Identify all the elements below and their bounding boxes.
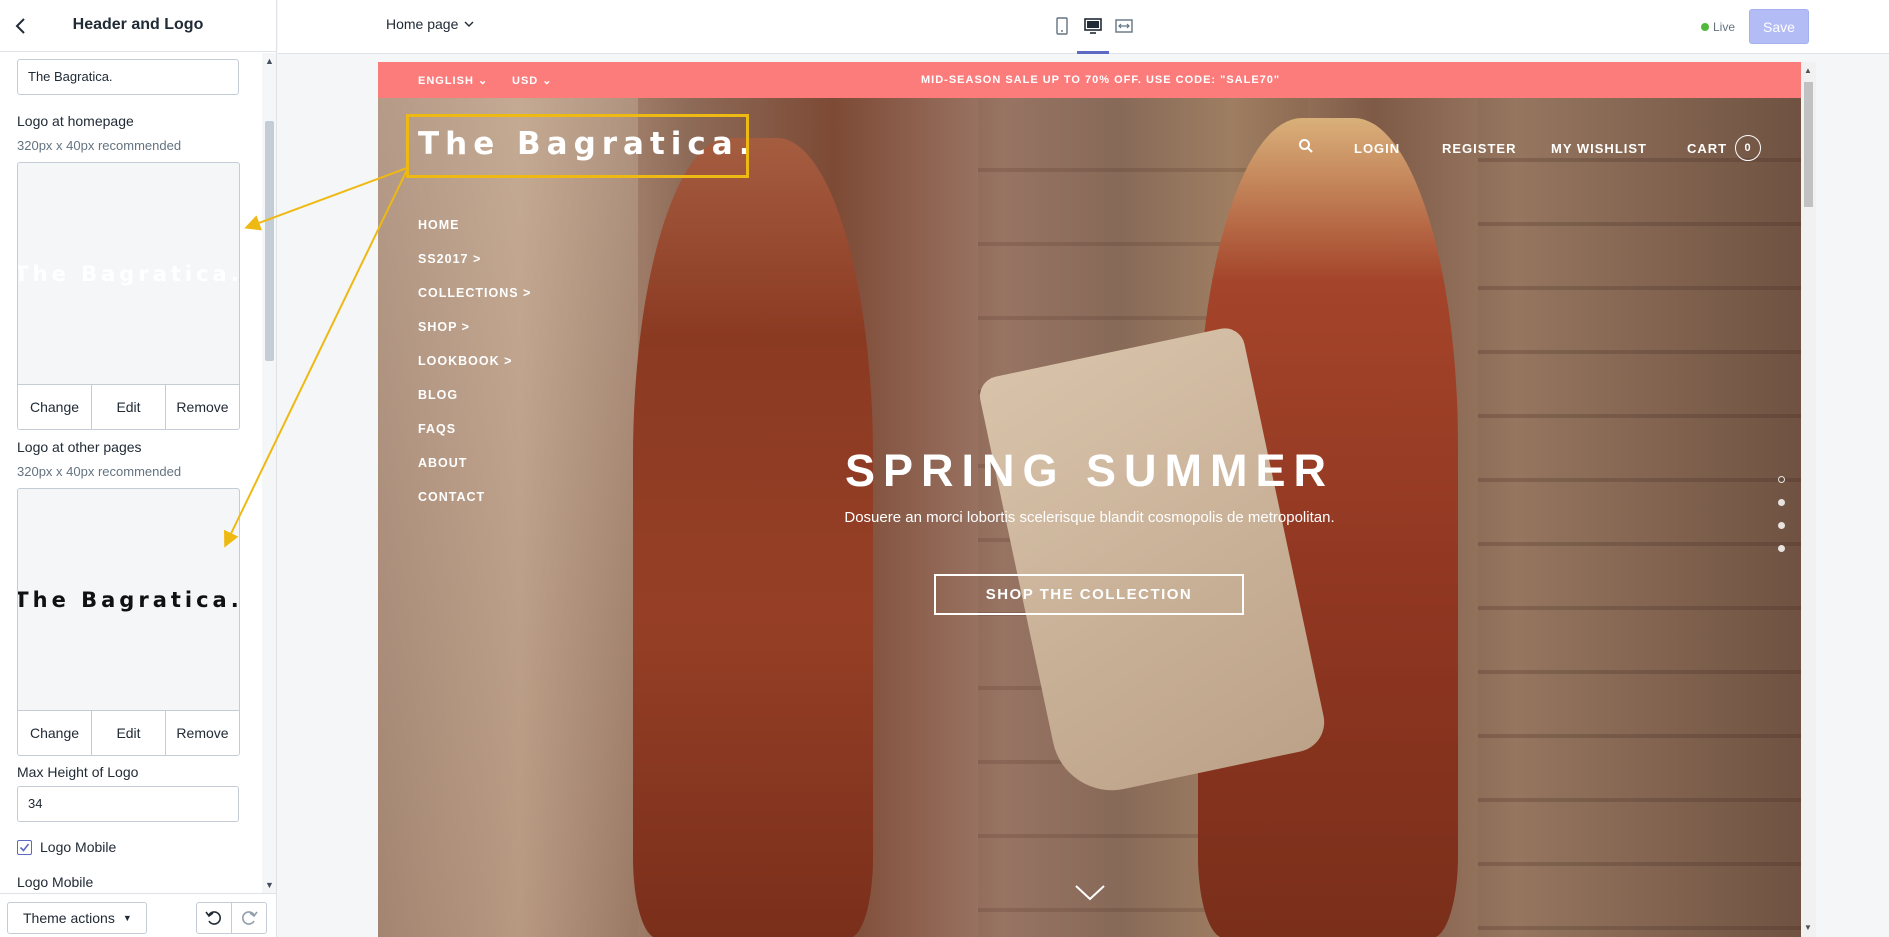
desktop-icon [1084, 18, 1102, 34]
undo-button[interactable] [196, 902, 232, 934]
cart-count-badge: 0 [1735, 135, 1762, 161]
currency-selector[interactable]: USD ⌄ [512, 74, 553, 87]
hero-subtitle: Dosuere an morci lobortis scelerisque bl… [844, 509, 1335, 526]
checkbox-checked-icon[interactable] [17, 839, 32, 855]
slide-dot[interactable] [1778, 545, 1785, 552]
edit-logo-button[interactable]: Edit [92, 711, 166, 755]
shop-collection-button[interactable]: SHOP THE COLLECTION [934, 574, 1244, 615]
logo-mobile-section-label: Logo Mobile [17, 874, 94, 890]
announcement-bar: ENGLISH ⌄ USD ⌄ MID-SEASON SALE UP TO 70… [378, 62, 1801, 98]
save-button[interactable]: Save [1749, 9, 1809, 44]
edit-logo-button[interactable]: Edit [92, 385, 166, 429]
store-preview-frame: ENGLISH ⌄ USD ⌄ MID-SEASON SALE UP TO 70… [378, 62, 1801, 937]
logo-other-pages-label: Logo at other pages [17, 439, 142, 455]
logo-homepage-hint: 320px x 40px recommended [17, 138, 182, 153]
logo-homepage-picker: The Bagratica. Change Edit Remove [17, 162, 240, 430]
live-status: Live [1701, 20, 1735, 34]
register-link[interactable]: REGISTER [1442, 141, 1516, 156]
chevron-down-icon [464, 21, 474, 27]
live-status-dot-icon [1701, 23, 1709, 31]
wishlist-link[interactable]: MY WISHLIST [1551, 141, 1647, 156]
expand-horizontal-icon [1115, 19, 1133, 33]
language-selector[interactable]: ENGLISH ⌄ [418, 74, 488, 87]
page-selector[interactable]: Home page [386, 16, 474, 32]
fullscreen-view-button[interactable] [1112, 14, 1136, 38]
scroll-up-arrow-icon[interactable]: ▲ [1804, 66, 1812, 75]
sidebar-scrollbar[interactable]: ▲ ▼ [262, 53, 276, 893]
nav-collections[interactable]: COLLECTIONS > [418, 286, 531, 300]
slide-dot[interactable] [1778, 499, 1785, 506]
sidebar-scrollbar-thumb[interactable] [265, 121, 274, 361]
theme-editor-sidebar: Header and Logo The Bagratica. Logo at h… [0, 0, 277, 937]
redo-button[interactable] [231, 902, 267, 934]
promo-message: MID-SEASON SALE UP TO 70% OFF. USE CODE:… [921, 74, 1281, 86]
page-selector-label: Home page [386, 16, 459, 32]
scroll-down-arrow-icon[interactable]: ▼ [1804, 923, 1812, 932]
remove-logo-button[interactable]: Remove [166, 385, 239, 429]
active-device-indicator [1077, 51, 1109, 54]
theme-actions-button[interactable]: Theme actions ▼ [7, 902, 147, 934]
scroll-down-chevron-icon[interactable] [1074, 884, 1106, 907]
cart-link[interactable]: CART 0 [1687, 135, 1762, 161]
logo-other-pages-preview: The Bagratica. [17, 588, 240, 612]
logo-homepage-actions: Change Edit Remove [18, 384, 239, 429]
logo-homepage-preview: The Bagratica. [17, 262, 240, 286]
logo-other-pages-picker: The Bagratica. Change Edit Remove [17, 488, 240, 756]
model-left-figure [633, 138, 873, 937]
sidebar-header: Header and Logo [0, 0, 276, 52]
max-height-label: Max Height of Logo [17, 764, 139, 780]
nav-shop[interactable]: SHOP > [418, 320, 470, 334]
theme-actions-label: Theme actions [23, 910, 115, 926]
logo-mobile-toggle[interactable]: Logo Mobile [17, 839, 116, 855]
redo-icon [242, 911, 258, 925]
logo-homepage-label: Logo at homepage [17, 113, 134, 129]
logo-other-pages-actions: Change Edit Remove [18, 710, 239, 755]
slide-dot-active[interactable] [1778, 476, 1785, 483]
nav-blog[interactable]: BLOG [418, 388, 458, 402]
sidebar-settings-panel: The Bagratica. Logo at homepage 320px x … [0, 53, 276, 893]
login-link[interactable]: LOGIN [1354, 141, 1400, 156]
caret-down-icon: ▼ [122, 913, 132, 923]
chevron-down-icon: ⌄ [542, 75, 553, 87]
scroll-up-arrow-icon[interactable]: ▲ [265, 56, 274, 66]
preview-scrollbar[interactable]: ▲ ▼ [1801, 62, 1816, 937]
live-status-label: Live [1713, 20, 1736, 34]
nav-ss2017[interactable]: SS2017 > [418, 252, 481, 266]
mobile-view-button[interactable] [1050, 14, 1074, 38]
sidebar-footer: Theme actions ▼ [0, 893, 276, 937]
scroll-down-arrow-icon[interactable]: ▼ [265, 880, 274, 890]
search-icon[interactable] [1298, 138, 1314, 159]
logo-highlight-box [406, 114, 749, 178]
change-logo-button[interactable]: Change [18, 385, 92, 429]
desktop-view-button[interactable] [1081, 14, 1105, 38]
remove-logo-button[interactable]: Remove [166, 711, 239, 755]
logo-other-pages-hint: 320px x 40px recommended [17, 464, 182, 479]
nav-faqs[interactable]: FAQS [418, 422, 456, 436]
cart-label: CART [1687, 140, 1728, 156]
undo-icon [205, 911, 221, 925]
change-logo-button[interactable]: Change [18, 711, 92, 755]
max-height-field[interactable]: 34 [17, 786, 239, 822]
slide-dot[interactable] [1778, 522, 1785, 529]
sidebar-title: Header and Logo [72, 16, 204, 33]
logo-mobile-checkbox-label: Logo Mobile [40, 839, 117, 855]
hero-title: SPRING SUMMER [844, 445, 1335, 496]
store-name-field[interactable]: The Bagratica. [17, 59, 239, 95]
editor-topbar: Home page Live Save [278, 0, 1889, 54]
preview-scrollbar-thumb[interactable] [1804, 82, 1813, 207]
nav-home[interactable]: HOME [418, 218, 460, 232]
mobile-icon [1056, 17, 1068, 35]
nav-lookbook[interactable]: LOOKBOOK > [418, 354, 512, 368]
chevron-down-icon: ⌄ [477, 75, 489, 87]
